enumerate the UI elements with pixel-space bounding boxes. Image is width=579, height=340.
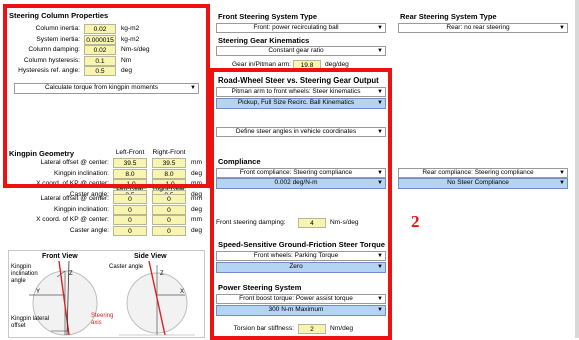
rear-compliance-value: No Steer Compliance bbox=[447, 179, 509, 186]
z-axis-label: Z bbox=[69, 271, 73, 277]
gear-kinematics-dropdown[interactable]: Constant gear ratio ▼ bbox=[216, 46, 386, 56]
chevron-down-icon: ▼ bbox=[559, 180, 565, 186]
gear-ratio-label: Gear in/Pitman arm: bbox=[232, 61, 291, 68]
kingpin-left-field[interactable]: 0 bbox=[113, 194, 147, 204]
scrollbar[interactable] bbox=[575, 0, 579, 338]
front-steering-type-dropdown[interactable]: Front: power recirculating ball ▼ bbox=[216, 23, 386, 33]
annotation-number: 2 bbox=[411, 212, 420, 231]
kingpin-row-label: Kingpin inclination: bbox=[54, 205, 109, 213]
chevron-down-icon: ▼ bbox=[377, 25, 383, 31]
side-view-title: Side View bbox=[134, 253, 167, 260]
kingpin-right-field[interactable]: 0 bbox=[152, 225, 186, 236]
chevron-down-icon: ▼ bbox=[559, 25, 565, 31]
kingpin-row-unit: deg bbox=[191, 205, 203, 213]
kingpin-right-field[interactable]: 0 bbox=[152, 194, 186, 204]
kingpin-right-field[interactable]: 0 bbox=[152, 204, 186, 215]
rear-compliance-selection[interactable]: No Steer Compliance ▼ bbox=[398, 178, 568, 189]
rear-steering-title: Rear Steering System Type bbox=[400, 12, 497, 21]
kingpin-row-unit: mm bbox=[191, 216, 202, 223]
kingpin-row-label: Caster angle: bbox=[69, 226, 109, 234]
steering-gear-kinematics-title: Steering Gear Kinematics bbox=[218, 36, 310, 45]
front-steering-type-value: Front: power recirculating ball bbox=[253, 24, 339, 31]
kingpin-left-field[interactable]: 0 bbox=[113, 204, 147, 215]
kingpin-left-field[interactable]: 0 bbox=[113, 215, 147, 225]
gear-kinematics-value: Constant gear ratio bbox=[268, 47, 324, 54]
rear-compliance-label: Rear compliance: Steering compliance bbox=[422, 169, 534, 176]
front-steering-title: Front Steering System Type bbox=[218, 12, 318, 21]
highlight-box-left bbox=[3, 4, 210, 188]
gear-ratio-unit: deg/deg bbox=[325, 61, 349, 68]
rear-steering-type-value: Rear: no rear steering bbox=[446, 24, 510, 31]
kingpin-diagram: Front View Side View Kingpin inclination… bbox=[8, 250, 205, 338]
chevron-down-icon: ▼ bbox=[559, 170, 565, 176]
kingpin-row-label: Lateral offset @ center: bbox=[40, 195, 109, 202]
kingpin-inclination-label: Kingpin inclination angle bbox=[11, 264, 38, 284]
highlight-box-middle bbox=[210, 68, 392, 340]
kingpin-row-unit: mm bbox=[191, 195, 202, 202]
kingpin-lateral-offset-label: Kingpin lateral offset bbox=[11, 316, 50, 329]
x-axis-label: X bbox=[180, 289, 185, 295]
rear-compliance-dropdown[interactable]: Rear compliance: Steering compliance ▼ bbox=[398, 168, 568, 178]
z-axis-label-side: Z bbox=[160, 271, 164, 277]
y-axis-label: Y bbox=[36, 289, 41, 295]
steering-axis-label: Steering axis bbox=[91, 313, 114, 326]
kingpin-left-field[interactable]: 0 bbox=[113, 225, 147, 236]
kingpin-right-field[interactable]: 0 bbox=[152, 215, 186, 225]
kingpin-row-label: X coord. of KP @ center: bbox=[36, 216, 109, 223]
front-view-title: Front View bbox=[42, 253, 78, 260]
rear-steering-type-dropdown[interactable]: Rear: no rear steering ▼ bbox=[398, 23, 568, 33]
chevron-down-icon: ▼ bbox=[377, 48, 383, 54]
caster-angle-label: Caster angle bbox=[109, 264, 144, 270]
kingpin-row-unit: deg bbox=[191, 226, 203, 234]
